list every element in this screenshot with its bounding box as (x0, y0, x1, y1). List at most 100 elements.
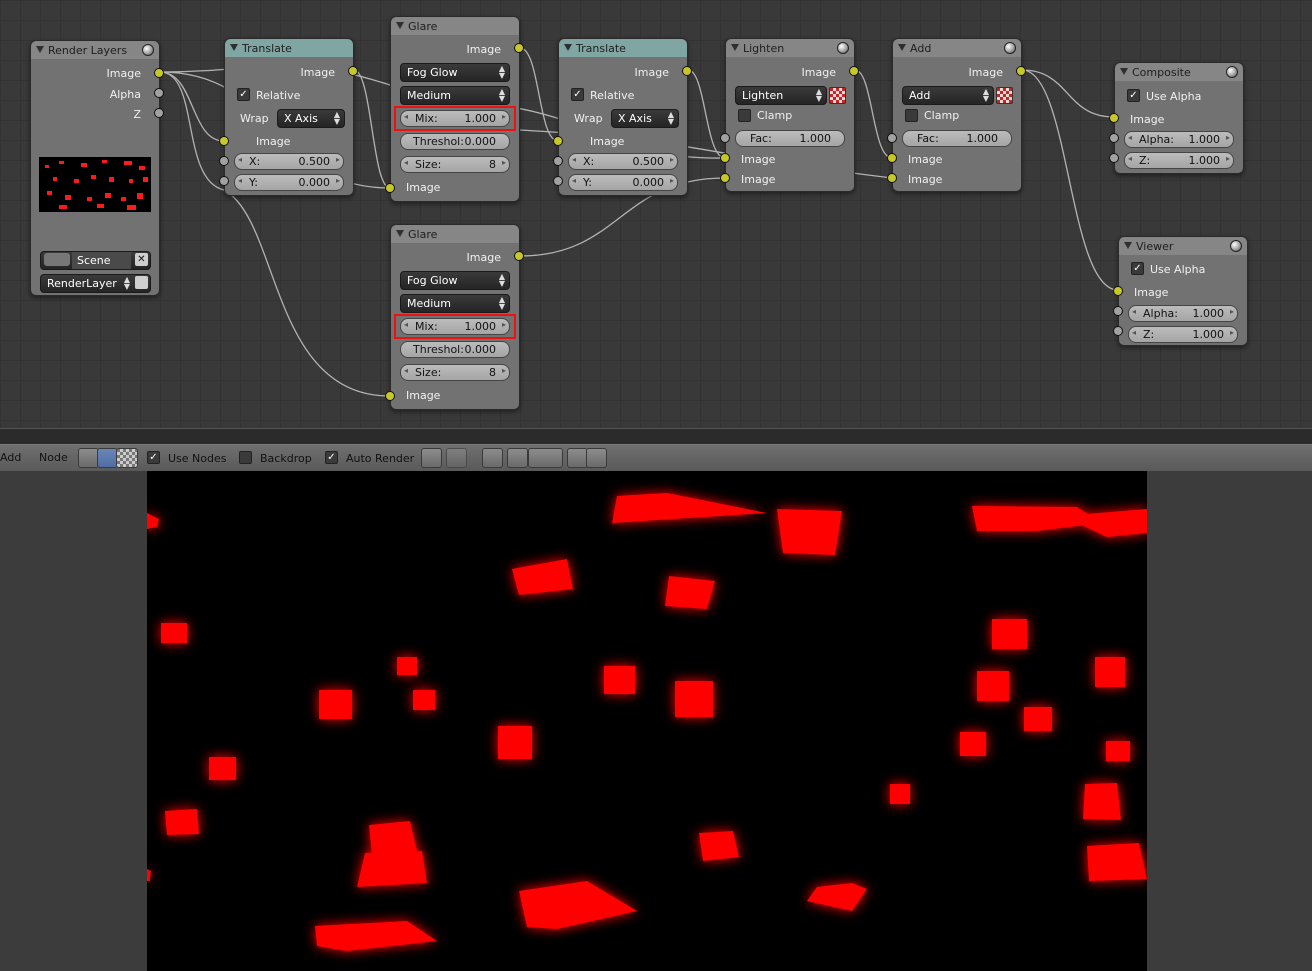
socket-translate2-x[interactable] (553, 156, 563, 166)
relative-checkbox[interactable]: ✓ (237, 88, 250, 101)
size-field[interactable]: ◂ Size: 8 ▸ (400, 364, 510, 381)
socket-add-in1[interactable] (887, 153, 897, 163)
node-header[interactable]: Viewer (1119, 237, 1247, 255)
mix-field[interactable]: ◂ Mix: 1.000 ▸ (400, 110, 510, 127)
quality-select[interactable]: Medium ▲ ▼ (400, 86, 510, 105)
collapse-icon[interactable] (1124, 242, 1132, 249)
clamp-checkbox[interactable] (738, 109, 751, 122)
render-layer-selector[interactable]: RenderLayer ▲ ▼ (40, 274, 151, 293)
socket-translate2-in[interactable] (553, 136, 563, 146)
texture-nodes-icon[interactable] (116, 448, 138, 468)
collapse-icon[interactable] (731, 44, 739, 51)
alpha-field[interactable]: ◂ Alpha: 1.000 ▸ (1124, 131, 1234, 148)
render-layers-node[interactable]: Render Layers Image Alpha Z Scene ✕ Rend… (30, 40, 160, 296)
socket-lighten-out[interactable] (849, 66, 859, 76)
backdrop-checkbox[interactable] (239, 451, 252, 464)
y-field[interactable]: ◂ Y: 0.000 ▸ (234, 174, 344, 191)
node-header[interactable]: Translate (225, 39, 353, 57)
collapse-icon[interactable] (898, 44, 906, 51)
wrap-select[interactable]: X Axis ▲ ▼ (611, 109, 679, 128)
node-header[interactable]: Composite (1115, 63, 1243, 81)
relative-checkbox[interactable]: ✓ (571, 88, 584, 101)
auto-render-checkbox[interactable]: ✓ (325, 451, 338, 464)
socket-glare2-out[interactable] (514, 251, 524, 261)
z-field[interactable]: ◂ Z: 1.000 ▸ (1124, 152, 1234, 169)
preview-toggle-icon[interactable] (1226, 66, 1238, 78)
node-editor[interactable]: Render Layers Image Alpha Z Scene ✕ Rend… (0, 0, 1312, 428)
copy-icon[interactable] (567, 448, 588, 468)
collapse-icon[interactable] (36, 46, 44, 53)
threshold-field[interactable]: Threshol: 0.000 (400, 341, 510, 358)
socket-lighten-in2[interactable] (720, 173, 730, 183)
node-header[interactable]: Add (893, 39, 1021, 57)
parent-up-icon[interactable] (446, 448, 467, 468)
socket-add-fac[interactable] (887, 133, 897, 143)
viewer-node[interactable]: Viewer ✓ Use Alpha Image ◂ Alpha: 1.000 ▸ ◂… (1118, 236, 1248, 346)
node-menu[interactable]: Node (39, 451, 68, 464)
x-field[interactable]: ◂ X: 0.500 ▸ (234, 153, 344, 170)
socket-lighten-in1[interactable] (720, 153, 730, 163)
wrap-select[interactable]: X Axis ▲ ▼ (277, 109, 345, 128)
socket-composite-alpha[interactable] (1109, 133, 1119, 143)
socket-translate1-out[interactable] (348, 66, 358, 76)
socket-lighten-fac[interactable] (720, 133, 730, 143)
shader-nodes-icon[interactable] (78, 448, 99, 468)
z-field[interactable]: ◂ Z: 1.000 ▸ (1128, 326, 1238, 343)
socket-translate1-x[interactable] (219, 156, 229, 166)
size-field[interactable]: ◂ Size: 8 ▸ (400, 156, 510, 173)
preview-toggle-icon[interactable] (142, 44, 154, 56)
glare-type-select[interactable]: Fog Glow ▲ ▼ (400, 63, 510, 82)
node-header[interactable]: Lighten (726, 39, 854, 57)
composite-node[interactable]: Composite ✓ Use Alpha Image ◂ Alpha: 1.000… (1114, 62, 1244, 174)
socket-translate2-out[interactable] (682, 66, 692, 76)
lighten-mix-node[interactable]: Lighten Image Lighten ▲ ▼ Clamp Fac: 1.000 … (725, 38, 855, 192)
socket-translate1-y[interactable] (219, 176, 229, 186)
close-icon[interactable]: ✕ (135, 253, 148, 266)
fac-field[interactable]: Fac: 1.000 (902, 130, 1012, 147)
use-alpha-checkbox[interactable]: ✓ (1127, 89, 1140, 102)
socket-translate1-in[interactable] (219, 136, 229, 146)
preview-toggle-icon[interactable] (1230, 240, 1242, 252)
socket-add-out[interactable] (1016, 66, 1026, 76)
socket-render-z[interactable] (154, 108, 164, 118)
socket-glare2-in[interactable] (385, 391, 395, 401)
node-header[interactable]: Glare (391, 17, 519, 35)
area-divider[interactable] (0, 428, 1312, 444)
add-menu[interactable]: Add (0, 451, 21, 464)
collapse-icon[interactable] (396, 22, 404, 29)
fac-field[interactable]: Fac: 1.000 (735, 130, 845, 147)
snap-icon[interactable] (507, 448, 528, 468)
socket-glare1-in[interactable] (385, 183, 395, 193)
socket-viewer-image[interactable] (1113, 286, 1123, 296)
socket-viewer-z[interactable] (1113, 326, 1123, 336)
snap-element-select[interactable] (528, 448, 563, 468)
collapse-icon[interactable] (564, 44, 572, 51)
camera-icon[interactable] (135, 276, 148, 289)
socket-glare1-out[interactable] (514, 43, 524, 53)
glare-node-1[interactable]: Glare Image Fog Glow ▲ ▼ Medium ▲ ▼ ◂ Mix: 1.0… (390, 16, 520, 202)
preview-toggle-icon[interactable] (837, 42, 849, 54)
glare-node-2[interactable]: Glare Image Fog Glow ▲ ▼ Medium ▲ ▼ ◂ Mix: 1.0… (390, 224, 520, 410)
clamp-checkbox[interactable] (905, 109, 918, 122)
socket-viewer-alpha[interactable] (1113, 306, 1123, 316)
node-header[interactable]: Glare (391, 225, 519, 243)
paste-icon[interactable] (586, 448, 607, 468)
add-mix-node[interactable]: Add Image Add ▲ ▼ Clamp Fac: 1.000 Image Im… (892, 38, 1022, 192)
preview-toggle-icon[interactable] (1004, 42, 1016, 54)
node-header[interactable]: Translate (559, 39, 687, 57)
socket-composite-image[interactable] (1109, 113, 1119, 123)
use-alpha-icon[interactable] (829, 87, 846, 104)
blend-mode-select[interactable]: Lighten ▲ ▼ (735, 86, 827, 105)
use-alpha-icon[interactable] (996, 87, 1013, 104)
use-alpha-checkbox[interactable]: ✓ (1131, 262, 1144, 275)
pin-icon[interactable] (421, 448, 442, 468)
collapse-icon[interactable] (1120, 68, 1128, 75)
translate-node-2[interactable]: Translate Image ✓ Relative Wrap X Axis ▲ ▼… (558, 38, 688, 196)
socket-translate2-y[interactable] (553, 176, 563, 186)
threshold-field[interactable]: Threshol: 0.000 (400, 133, 510, 150)
copy-nodes-icon[interactable] (482, 448, 503, 468)
socket-add-in2[interactable] (887, 173, 897, 183)
scene-browse-icon[interactable] (44, 253, 70, 266)
collapse-icon[interactable] (396, 230, 404, 237)
collapse-icon[interactable] (230, 44, 238, 51)
